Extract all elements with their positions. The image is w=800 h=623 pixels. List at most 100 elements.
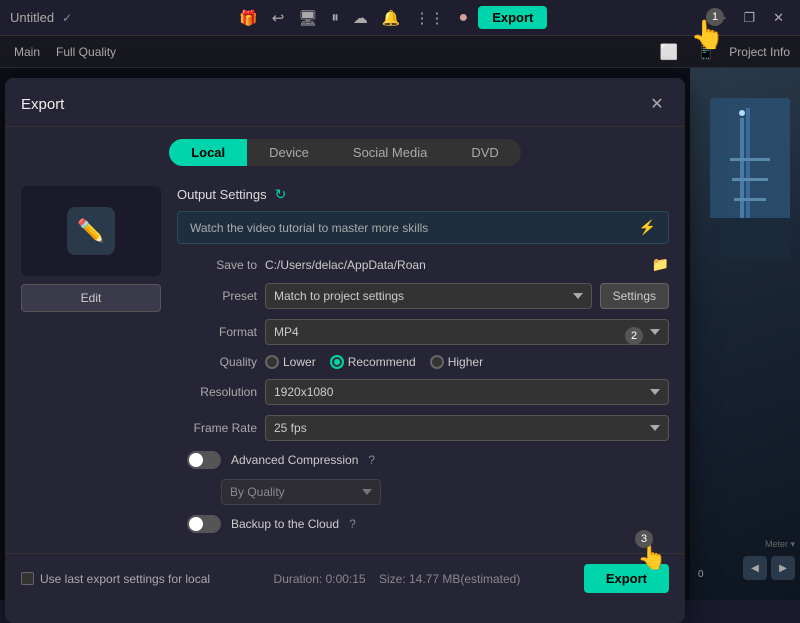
advanced-compression-help-icon[interactable]: ? [368,453,375,467]
quality-recommend-radio[interactable] [330,355,344,369]
quality-lower-label: Lower [283,355,316,369]
pause-icon[interactable]: ⏸ [327,7,343,28]
resolution-row: Resolution 1920x1080 [177,379,669,405]
preset-select[interactable]: Match to project settings [265,283,592,309]
top-bar-center: 🎁 ↩ 🖥 ⏸ ☁ 🔔 ⋮⋮ ● Export [235,6,547,29]
quality-options: Lower Recommend Higher [265,355,669,369]
by-quality-select[interactable]: By Quality [221,479,381,505]
tab-dvd[interactable]: DVD [449,139,520,166]
size-text: Size: 14.77 MB(estimated) [379,572,520,586]
frame-rate-select[interactable]: 25 fps [265,415,669,441]
resolution-select[interactable]: 1920x1080 [265,379,669,405]
edit-thumbnail-button[interactable]: Edit [21,284,161,312]
refresh-icon[interactable]: ↻ [275,186,287,203]
by-quality-row: By Quality [177,479,669,505]
format-control: MP4 [265,319,669,345]
tab-social-media[interactable]: Social Media [331,139,449,166]
main-tab[interactable]: Main [10,43,44,61]
dialog-footer: Use last export settings for local Durat… [5,553,685,603]
quality-label: Quality [177,355,257,369]
pencil-icon: ✏️ [77,218,104,244]
preset-label: Preset [177,289,257,303]
full-quality-tab[interactable]: Full Quality [52,43,120,61]
verified-icon: ✓ [62,11,72,25]
export-dialog: Export ✕ Local Device Social Media DVD ✏… [5,78,685,623]
export-top-button[interactable]: Export [478,6,547,29]
sub-bar: Main Full Quality ⬜ 📱 Project Info [0,36,800,68]
main-area: ◀ ▶ Meter ▾ 0 Export ✕ Local Device Soci… [0,68,800,600]
advanced-compression-toggle[interactable] [187,451,221,469]
preview-btn-1[interactable]: ◀ [743,556,767,580]
preset-control: Match to project settings Settings [265,283,669,309]
restore-button[interactable]: ❐ [737,8,761,28]
thumbnail-area: ✏️ Edit [21,186,161,543]
monitor-icon[interactable]: 🖥 [294,7,321,29]
resolution-label: Resolution [177,385,257,399]
duration-text: Duration: 0:00:15 [274,572,366,586]
gift-icon[interactable]: 🎁 [235,7,262,29]
format-label: Format [177,325,257,339]
tab-local[interactable]: Local [169,139,247,166]
advanced-compression-label: Advanced Compression [231,453,358,467]
frame-rate-row: Frame Rate 25 fps [177,415,669,441]
quality-higher-option[interactable]: Higher [430,355,483,369]
backup-cloud-toggle[interactable] [187,515,221,533]
tab-device[interactable]: Device [247,139,331,166]
top-bar: Untitled ✓ 🎁 ↩ 🖥 ⏸ ☁ 🔔 ⋮⋮ ● Export ─ ❐ ✕ [0,0,800,36]
video-preview-bg [710,98,790,258]
sub-bar-left: Main Full Quality [10,43,120,61]
use-last-settings-checkbox[interactable] [21,572,34,585]
phone-icon[interactable]: 📱 [693,41,720,63]
frame-rate-label: Frame Rate [177,421,257,435]
export-bottom-button[interactable]: Export [584,564,669,593]
thumbnail-box: ✏️ [21,186,161,276]
save-path-display: C:/Users/delac/AppData/Roan 📁 [265,256,669,273]
dialog-close-button[interactable]: ✕ [645,92,669,116]
format-select[interactable]: MP4 [265,319,669,345]
quality-higher-radio[interactable] [430,355,444,369]
top-bar-left: Untitled ✓ [10,10,72,25]
advanced-compression-row: Advanced Compression ? [177,451,669,469]
minimize-button[interactable]: ─ [710,8,731,27]
sub-bar-right: ⬜ 📱 Project Info [656,41,790,63]
tutorial-text: Watch the video tutorial to master more … [190,221,428,235]
backup-cloud-row: Backup to the Cloud ? [177,515,669,533]
save-to-row: Save to C:/Users/delac/AppData/Roan 📁 [177,256,669,273]
meter-label: Meter ▾ [765,539,795,550]
preset-row: Preset Match to project settings Setting… [177,283,669,309]
quality-recommend-option[interactable]: Recommend [330,355,416,369]
save-path-text: C:/Users/delac/AppData/Roan [265,258,646,272]
output-settings-header: Output Settings ↻ [177,186,669,203]
app-title: Untitled [10,10,54,25]
dialog-title: Export [21,96,64,113]
tutorial-banner[interactable]: Watch the video tutorial to master more … [177,211,669,244]
use-last-settings-checkbox-label[interactable]: Use last export settings for local [21,572,210,586]
output-settings-label: Output Settings [177,187,267,202]
avatar-icon[interactable]: ● [455,7,473,29]
close-button[interactable]: ✕ [767,8,790,28]
folder-icon[interactable]: 📁 [652,256,669,273]
project-info-button[interactable]: Project Info [729,45,790,59]
meter-value: 0 [698,569,704,580]
cloud-icon[interactable]: ☁ [349,7,372,29]
preview-btn-2[interactable]: ▶ [771,556,795,580]
quality-recommend-label: Recommend [348,355,416,369]
export-tabs: Local Device Social Media DVD [5,127,685,176]
settings-button[interactable]: Settings [600,283,669,309]
settings-panel: Output Settings ↻ Watch the video tutori… [177,186,669,543]
grid-icon[interactable]: ⋮⋮ [411,7,449,29]
frame-rate-control: 25 fps [265,415,669,441]
quality-higher-label: Higher [448,355,483,369]
resolution-control: 1920x1080 [265,379,669,405]
quality-row: Quality Lower Recommend [177,355,669,369]
backup-cloud-label: Backup to the Cloud [231,517,339,531]
screen-icon[interactable]: ⬜ [656,41,683,63]
ai-icon: ⚡ [639,219,656,236]
save-to-label: Save to [177,258,257,272]
quality-lower-radio[interactable] [265,355,279,369]
footer-meta: Duration: 0:00:15 Size: 14.77 MB(estimat… [274,572,521,586]
back-icon[interactable]: ↩ [268,7,289,29]
quality-lower-option[interactable]: Lower [265,355,316,369]
backup-cloud-help-icon[interactable]: ? [349,517,356,531]
bell-icon[interactable]: 🔔 [378,7,405,29]
